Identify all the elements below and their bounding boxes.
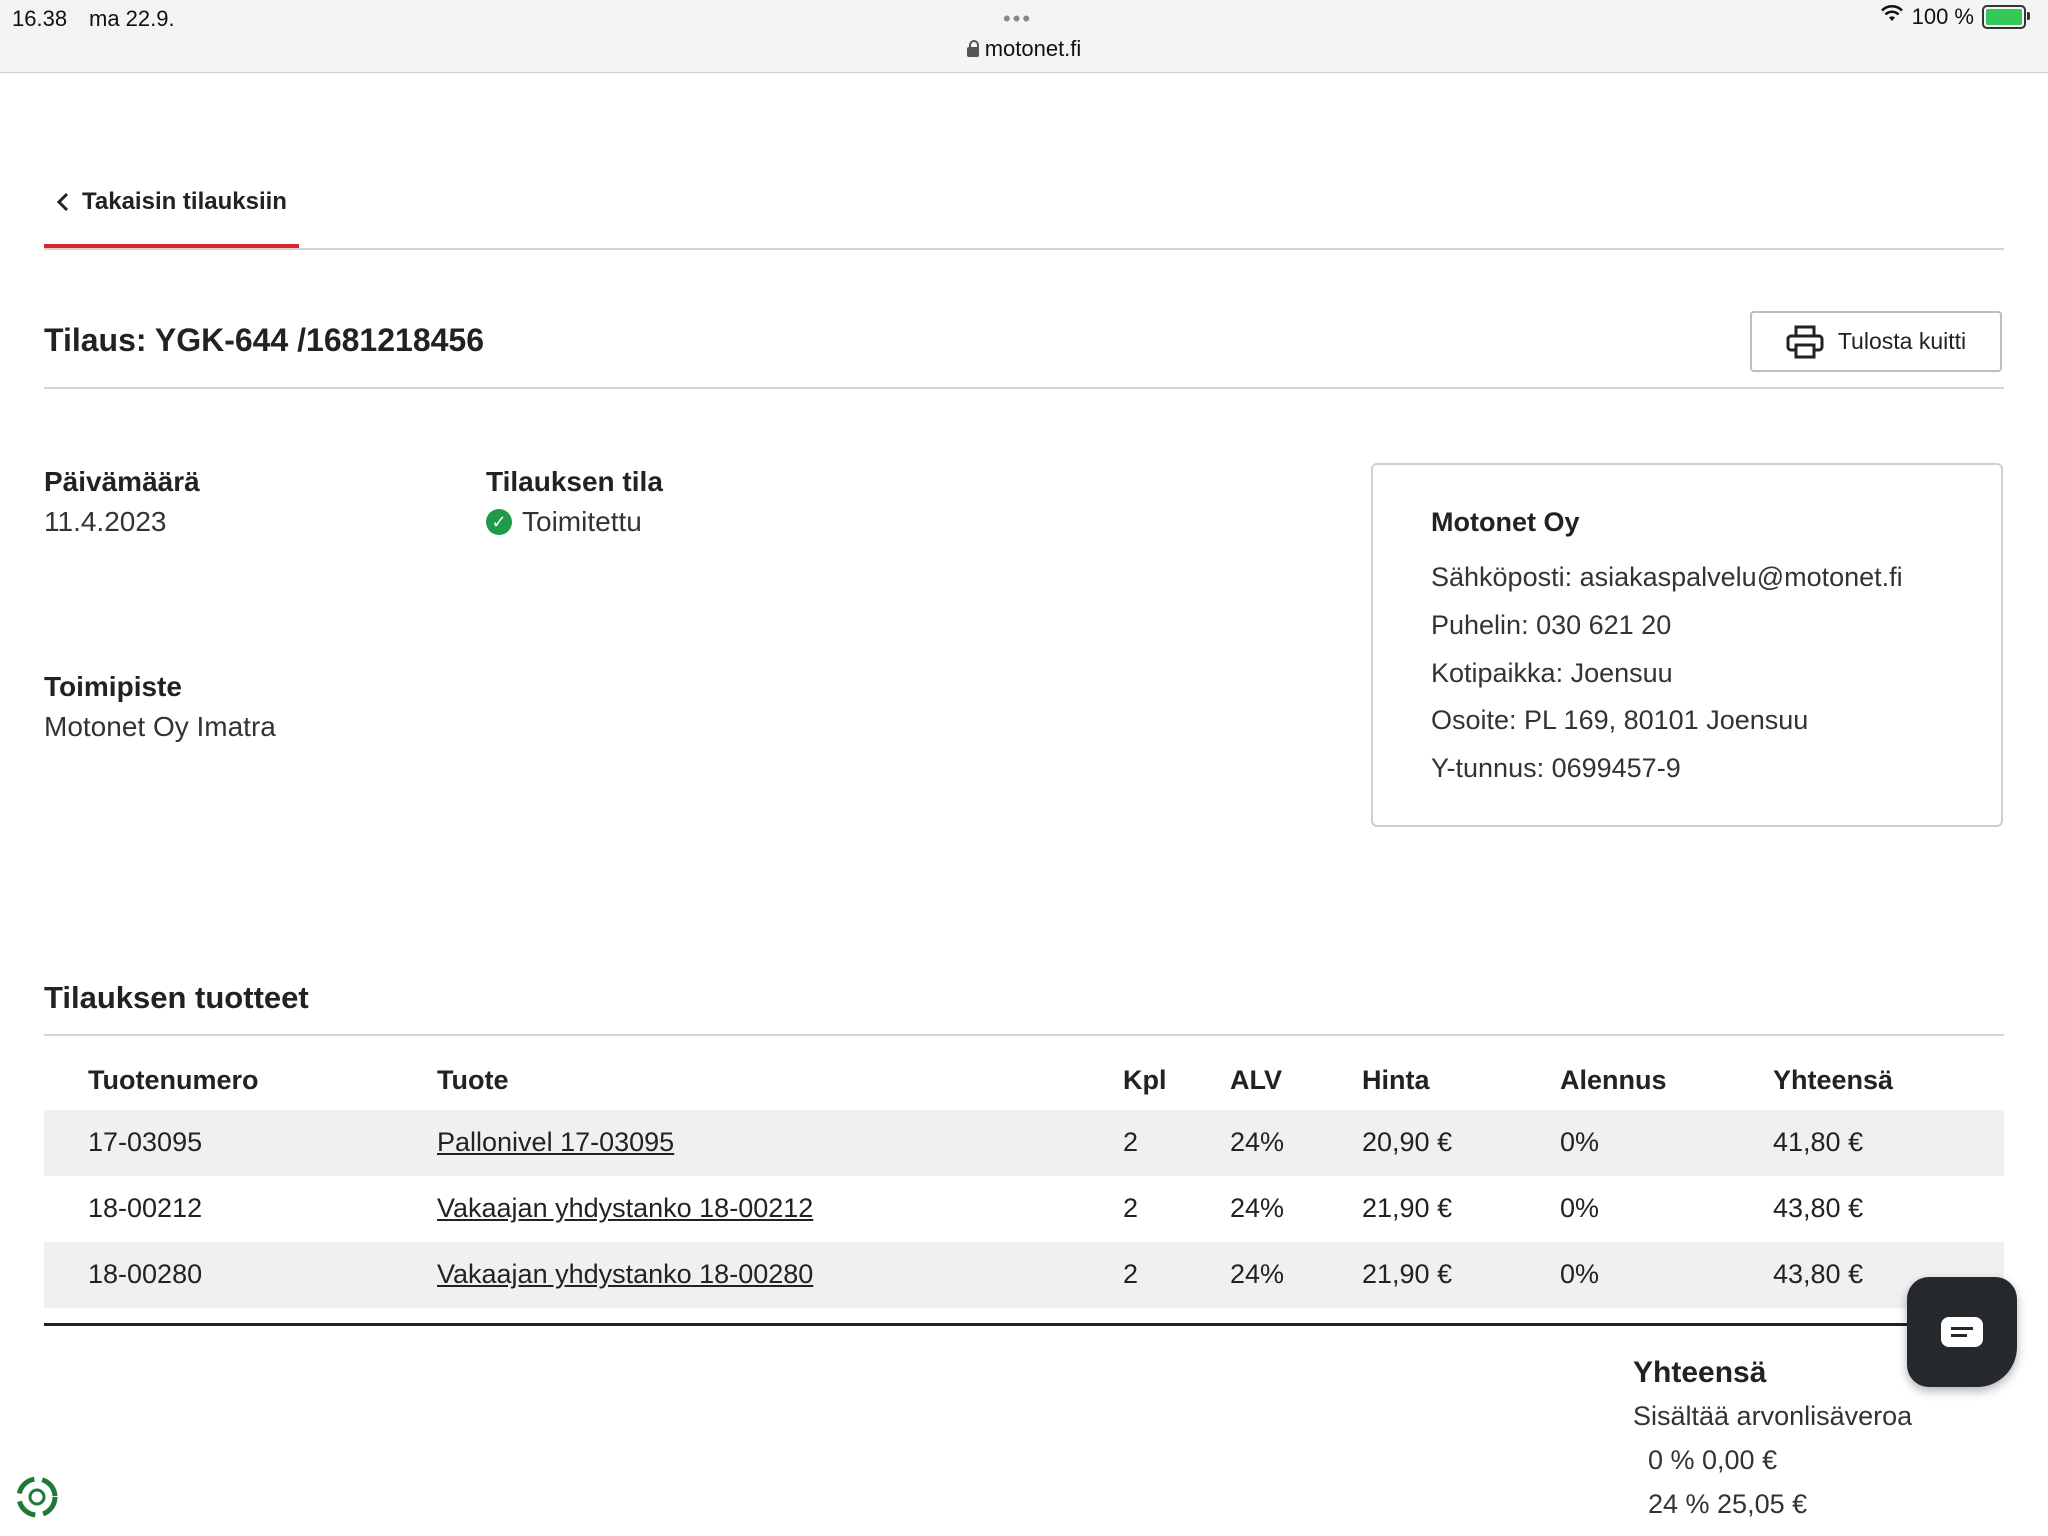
col-header-price: Hinta: [1362, 1065, 1430, 1095]
col-header-quantity: Kpl: [1123, 1065, 1167, 1095]
cell-discount: 0%: [1560, 1193, 1600, 1223]
chat-bubble-icon: [1941, 1317, 1983, 1347]
col-header-total: Yhteensä: [1773, 1065, 1894, 1095]
store-value-text: Motonet Oy Imatra: [44, 711, 276, 742]
store-value: Motonet Oy Imatra: [44, 711, 276, 743]
status-label: Tilauksen tila: [486, 466, 663, 497]
products-title: Tilauksen tuotteet: [44, 980, 309, 1015]
company-info-box: Motonet Oy Sähköposti: asiakaspalvelu@mo…: [1371, 463, 2003, 827]
cell-vat: 24%: [1230, 1193, 1285, 1223]
cell-total: 43,80 €: [1773, 1259, 1864, 1289]
chat-button[interactable]: [1907, 1277, 2017, 1387]
vat-included-label: Sisältää arvonlisäveroa: [1633, 1401, 1913, 1431]
col-header-discount: Alennus: [1560, 1065, 1667, 1095]
cell-product-number: 18-00280: [88, 1259, 203, 1289]
header-divider: [44, 387, 2004, 389]
cell-price: 21,90 €: [1362, 1259, 1453, 1289]
recycle-icon[interactable]: [12, 1472, 62, 1522]
cell-total: 41,80 €: [1773, 1127, 1864, 1157]
product-link[interactable]: Vakaajan yhdystanko 18-00212: [437, 1193, 813, 1224]
status-value-text: Toimitettu: [522, 506, 642, 537]
cell-vat: 24%: [1230, 1259, 1285, 1289]
more-dots-icon[interactable]: •••: [1003, 6, 1032, 32]
chevron-left-icon: [56, 192, 69, 212]
vat-0-line: 0 % 0,00 €: [1648, 1445, 1778, 1475]
vat-24-line: 24 % 25,05 €: [1648, 1489, 1808, 1519]
cell-discount: 0%: [1560, 1127, 1600, 1157]
company-address: Osoite: PL 169, 80101 Joensuu: [1431, 705, 1809, 735]
cell-price: 21,90 €: [1362, 1193, 1453, 1223]
company-domicile: Kotipaikka: Joensuu: [1431, 658, 1673, 688]
status-value: ✓ Toimitettu: [486, 506, 642, 538]
battery-percent: 100 %: [1911, 4, 1974, 29]
url-text: motonet.fi: [984, 36, 1082, 61]
product-link[interactable]: Vakaajan yhdystanko 18-00280: [437, 1259, 813, 1290]
lock-icon: [966, 40, 979, 57]
cell-product-number: 17-03095: [88, 1127, 203, 1157]
cell-quantity: 2: [1123, 1259, 1139, 1289]
company-phone: Puhelin: 030 621 20: [1431, 610, 1672, 640]
back-to-orders-link[interactable]: Takaisin tilauksiin: [56, 188, 287, 216]
col-header-product: Tuote: [437, 1065, 509, 1095]
battery-icon: [1982, 5, 2030, 29]
cell-total: 43,80 €: [1773, 1193, 1864, 1223]
status-time: 16.38: [12, 6, 68, 31]
status-right: 100 %: [1880, 4, 2030, 30]
products-divider: [44, 1034, 2004, 1036]
table-row: 18-00212 Vakaajan yhdystanko 18-00212 2 …: [44, 1176, 2004, 1242]
nav-divider: [44, 248, 2004, 250]
url-bar[interactable]: motonet.fi: [0, 36, 2048, 62]
printer-icon: [1786, 325, 1824, 358]
table-row: 17-03095 Pallonivel 17-03095 2 24% 20,90…: [44, 1110, 2004, 1176]
order-title: Tilaus: YGK-644 /1681218456: [44, 322, 484, 358]
company-name: Motonet Oy: [1431, 507, 1580, 537]
date-value: 11.4.2023: [44, 506, 167, 538]
cell-vat: 24%: [1230, 1127, 1285, 1157]
date-label: Päivämäärä: [44, 466, 200, 497]
cell-discount: 0%: [1560, 1259, 1600, 1289]
check-circle-icon: ✓: [486, 509, 512, 535]
back-link-label: Takaisin tilauksiin: [82, 188, 287, 215]
print-button-label: Tulosta kuitti: [1837, 328, 1967, 354]
col-header-product-number: Tuotenumero: [88, 1065, 259, 1095]
total-title: Yhteensä: [1633, 1356, 1767, 1389]
date-value-text: 11.4.2023: [44, 506, 167, 537]
table-bottom-rule: [44, 1323, 2004, 1326]
company-business-id: Y-tunnus: 0699457-9: [1431, 753, 1681, 783]
cell-price: 20,90 €: [1362, 1127, 1453, 1157]
cell-product-number: 18-00212: [88, 1193, 203, 1223]
wifi-icon: [1880, 5, 1904, 29]
status-date: ma 22.9.: [89, 6, 175, 31]
cell-quantity: 2: [1123, 1127, 1139, 1157]
company-email: Sähköposti: asiakaspalvelu@motonet.fi: [1431, 562, 1903, 592]
col-header-vat: ALV: [1230, 1065, 1282, 1095]
product-link[interactable]: Pallonivel 17-03095: [437, 1127, 674, 1158]
cell-quantity: 2: [1123, 1193, 1139, 1223]
browser-status-bar: 16.38 ma 22.9. ••• motonet.fi 100 %: [0, 0, 2048, 73]
table-row: 18-00280 Vakaajan yhdystanko 18-00280 2 …: [44, 1242, 2004, 1308]
print-receipt-button[interactable]: Tulosta kuitti: [1750, 311, 2002, 372]
store-label: Toimipiste: [44, 671, 182, 702]
